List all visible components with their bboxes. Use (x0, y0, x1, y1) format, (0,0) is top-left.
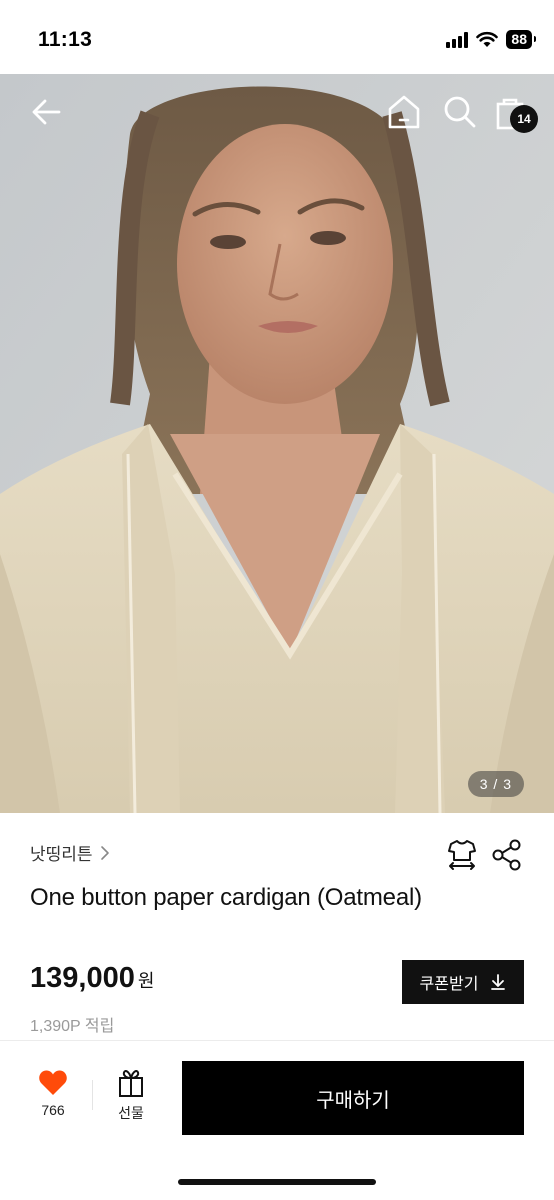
price-row: 139,000 원 (30, 962, 154, 995)
gift-label: 선물 (118, 1105, 144, 1121)
battery-indicator: 88 (506, 30, 536, 49)
search-button[interactable] (441, 94, 479, 130)
coupon-button-label: 쿠폰받기 (419, 976, 479, 993)
share-button[interactable] (491, 838, 523, 872)
brand-link[interactable]: 낫띵리튼 (30, 840, 111, 865)
product-photo (0, 74, 554, 813)
gift-icon (119, 1070, 143, 1097)
download-icon (491, 974, 506, 990)
size-guide-button[interactable] (446, 838, 478, 872)
top-navigation (0, 94, 554, 134)
status-icons: 88 (446, 30, 536, 49)
chevron-right-icon (100, 845, 109, 860)
cart-count-badge: 14 (510, 105, 538, 133)
buy-now-button[interactable]: 구매하기 (182, 1061, 524, 1135)
home-indicator (178, 1179, 376, 1185)
image-page-indicator: 3 / 3 (467, 771, 524, 797)
brand-name: 낫띵리튼 (30, 845, 93, 864)
price-currency: 원 (137, 971, 155, 991)
product-price: 139,000 (30, 962, 135, 994)
like-button[interactable]: 766 (22, 1068, 84, 1132)
status-bar: 11:13 88 (0, 0, 554, 74)
back-button[interactable] (26, 94, 66, 130)
product-image-gallery[interactable]: 14 3 / 3 (0, 74, 554, 813)
gift-button[interactable]: 선물 (102, 1068, 160, 1132)
back-arrow-icon (32, 99, 61, 125)
get-coupon-button[interactable]: 쿠폰받기 (402, 960, 524, 1004)
status-time: 11:13 (38, 28, 93, 51)
share-icon (492, 839, 521, 871)
wifi-icon (476, 31, 499, 47)
search-icon (444, 96, 476, 128)
size-guide-shirt-icon (448, 840, 476, 870)
like-count: 766 (41, 1102, 65, 1118)
product-title: One button paper cardigan (Oatmeal) (30, 884, 422, 911)
home-button[interactable] (385, 94, 423, 130)
heart-icon (39, 1070, 67, 1095)
bottom-bar-separator (92, 1080, 93, 1110)
reward-points: 1,390P 적립 (30, 1018, 115, 1035)
home-icon (388, 95, 420, 129)
cellular-signal-icon (446, 31, 469, 48)
section-divider (0, 1040, 554, 1041)
